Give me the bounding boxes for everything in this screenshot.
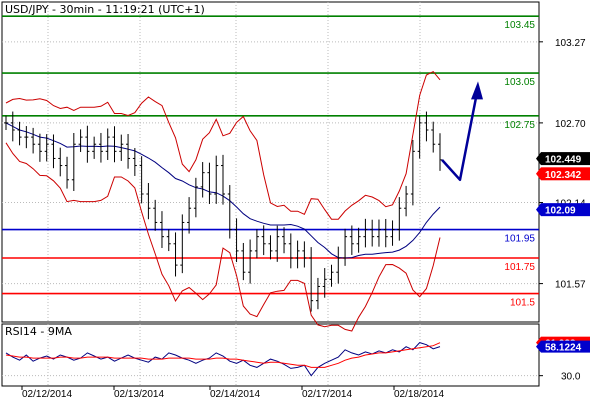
rsi-y-tick-label: 30.0 [561,372,581,383]
level-label: 103.05 [504,77,535,88]
x-tick-label: 02/13/2014 [114,389,164,400]
level-label: 101.95 [504,234,535,245]
rsi-badge-label: 58.1224 [545,343,582,354]
price-badge-label: 102.342 [545,170,582,181]
price-badges: 102.449102.342102.0961.93358.1224 [536,152,590,354]
price-badge-label: 102.449 [545,155,582,166]
level-label: 103.45 [504,20,535,31]
x-tick-label: 02/18/2014 [394,389,444,400]
level-label: 101.75 [504,262,535,273]
time-axis: 02/12/2014 02/13/2014 02/14/2014 02/17/2014… [21,386,444,400]
x-tick-label: 02/12/2014 [22,389,72,400]
x-tick-label: 02/17/2014 [302,389,352,400]
price-panel [1,1,540,323]
forex-chart: 103.45 103.05 102.75 101.95 101.75 101.5 103.… [1,1,590,400]
y-tick-label: 102.70 [555,119,586,130]
level-label: 102.75 [504,120,535,131]
rsi-panel [1,323,540,387]
y-tick-label: 101.57 [555,280,586,291]
level-label: 101.5 [510,298,535,309]
x-tick-label: 02/14/2014 [210,389,260,400]
price-chart-title: USD/JPY - 30min - 11:19:21 (UTC+1) [5,3,205,16]
y-tick-label: 103.27 [555,38,586,49]
price-badge-label: 102.09 [545,206,576,217]
rsi-chart-title: RSI14 - 9MA [5,325,72,338]
